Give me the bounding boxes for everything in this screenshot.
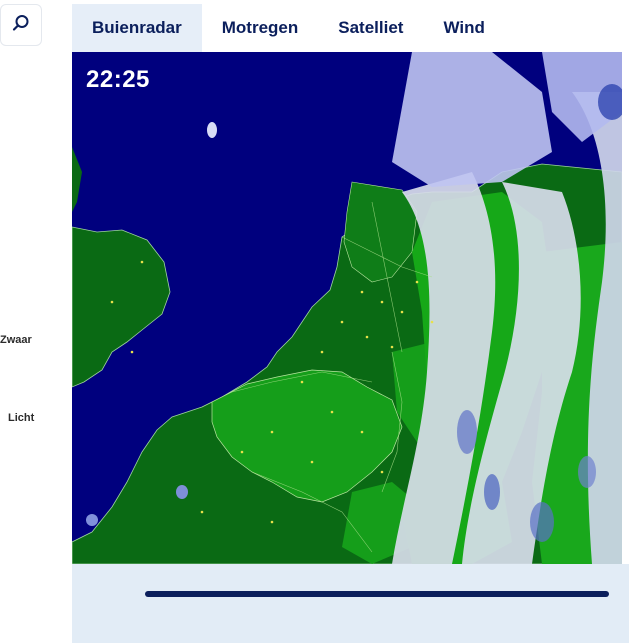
radar-time: 22:25 [86, 66, 150, 93]
tab-satelliet[interactable]: Satelliet [318, 4, 423, 52]
tab-motregen[interactable]: Motregen [202, 4, 319, 52]
timeline-controls [72, 564, 629, 643]
legend-heavy-label: Zwaar [0, 334, 32, 346]
timeline-slider[interactable] [145, 591, 609, 597]
radar-map-graphic [72, 52, 622, 564]
legend-light-label: Licht [8, 412, 35, 424]
search-icon [12, 14, 30, 37]
tab-buienradar[interactable]: Buienradar [72, 4, 202, 60]
radar-map[interactable]: 22:25 [72, 52, 622, 564]
tab-wind[interactable]: Wind [423, 4, 504, 52]
search-button[interactable] [0, 4, 42, 46]
radar-tabs: Buienradar Motregen Satelliet Wind [72, 4, 505, 60]
